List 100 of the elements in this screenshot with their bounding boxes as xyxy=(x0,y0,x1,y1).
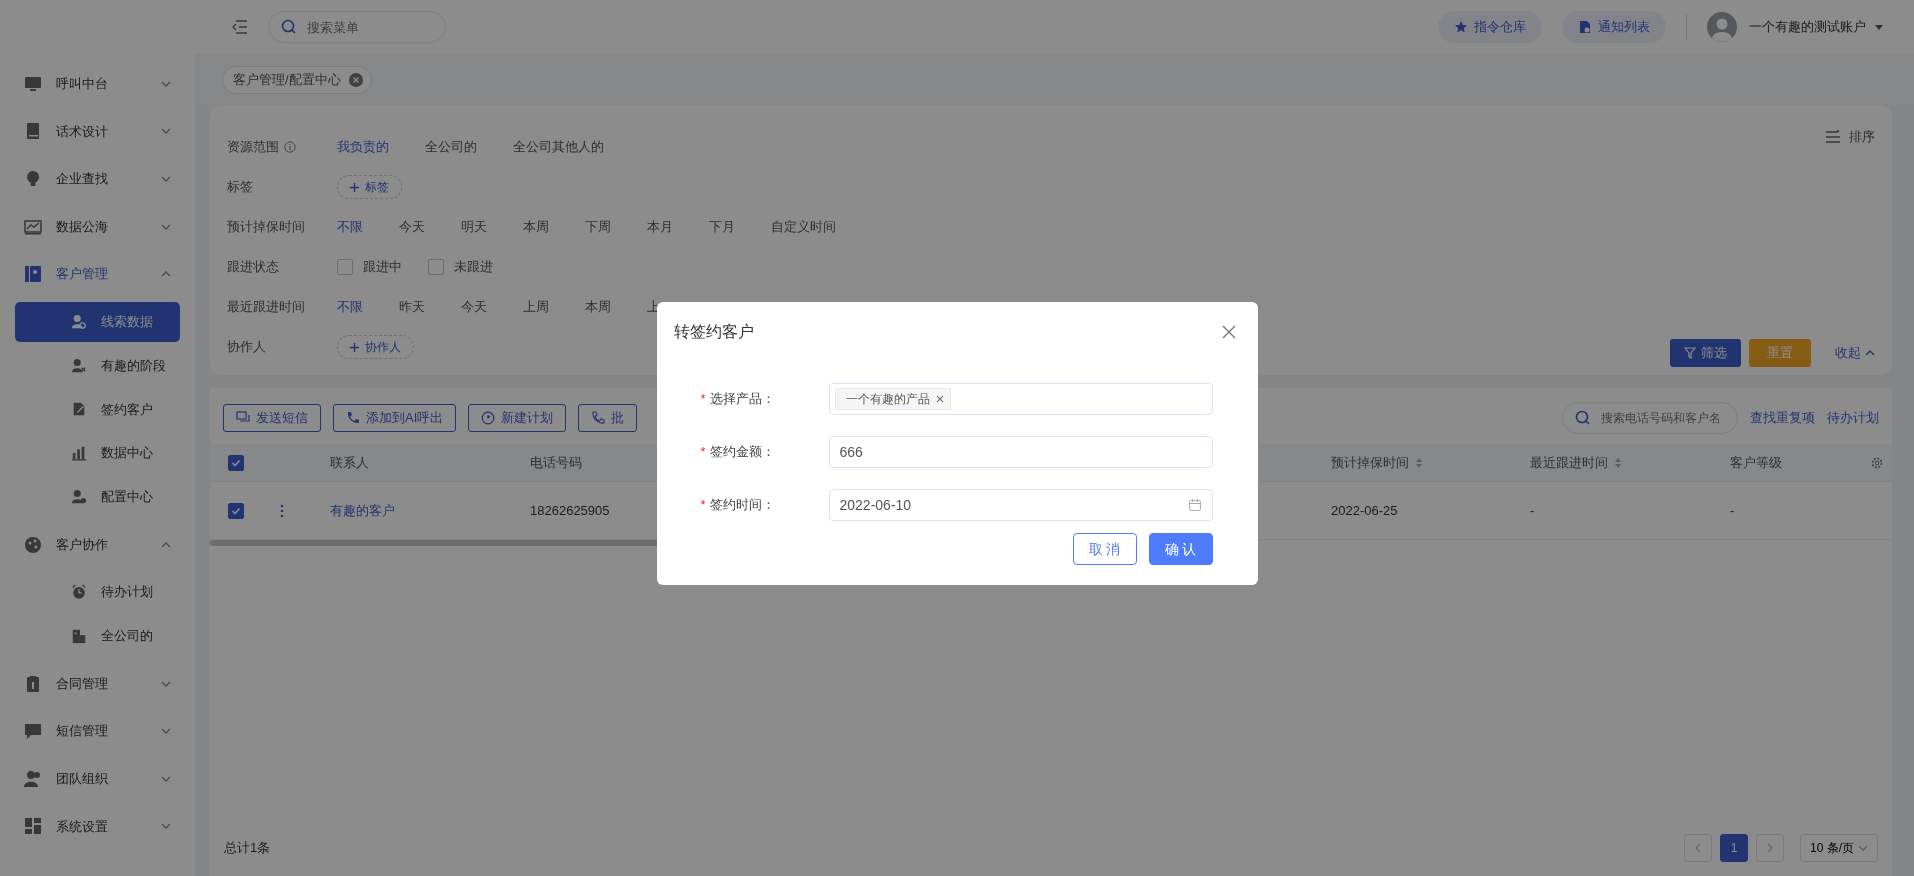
filter-option[interactable]: 下周 xyxy=(585,217,611,237)
sort-icon[interactable] xyxy=(1614,456,1622,469)
total-count: 总计1条 xyxy=(224,839,271,858)
sidebar-item[interactable]: 团队组织 xyxy=(0,754,195,803)
checkbox[interactable] xyxy=(228,502,244,519)
check-icon xyxy=(231,505,241,516)
sidebar-subitem[interactable]: 有趣的阶段 xyxy=(15,345,180,386)
sidebar-item[interactable]: 数据公海 xyxy=(0,202,195,251)
contact-card-icon xyxy=(24,265,42,284)
product-select[interactable]: 一个有趣的产品 xyxy=(828,383,1213,415)
filter-option[interactable]: 全公司其他人的 xyxy=(513,137,604,157)
building-icon xyxy=(71,627,87,644)
chat-icon xyxy=(24,722,42,741)
clock-icon xyxy=(481,411,496,425)
sidebar-subitem[interactable]: 全公司的 xyxy=(15,615,180,656)
column-header: 联系人 xyxy=(330,453,369,472)
toolbar-link[interactable]: 待办计划 xyxy=(1827,408,1879,428)
sidebar-item[interactable]: 客户管理 xyxy=(0,250,195,298)
plus-icon xyxy=(350,182,359,192)
filter-label: 标签 xyxy=(227,178,253,197)
filter-option[interactable]: 自定义时间 xyxy=(771,217,836,237)
filter-option[interactable]: 今天 xyxy=(461,297,487,317)
filter-option[interactable]: 明天 xyxy=(461,217,487,237)
search-icon xyxy=(281,19,297,35)
user-search-icon xyxy=(71,313,87,330)
close-icon[interactable] xyxy=(935,395,944,403)
sort-icon[interactable] xyxy=(1415,456,1423,469)
table-cell-text: 2022-06-25 xyxy=(1331,501,1398,520)
toolbar-button[interactable]: 通知列表 xyxy=(1562,11,1666,43)
filter-option[interactable]: 今天 xyxy=(399,217,425,237)
customer-link[interactable]: 有趣的客户 xyxy=(330,500,395,521)
action-button[interactable]: 添加到AI呼出 xyxy=(333,404,457,432)
selected-tag: 一个有趣的产品 xyxy=(834,388,951,410)
more-icon[interactable] xyxy=(280,503,284,518)
phone-icon xyxy=(591,411,606,425)
sidebar-item[interactable]: 呼叫中台 xyxy=(0,60,195,108)
filter-button[interactable]: 筛选 xyxy=(1670,339,1741,367)
table-cell-text: - xyxy=(1530,501,1535,520)
field-label: 签约金额： xyxy=(709,443,775,462)
close-icon[interactable] xyxy=(348,72,363,87)
checkbox[interactable] xyxy=(337,259,353,275)
close-icon[interactable] xyxy=(1221,325,1236,339)
funnel-icon xyxy=(1684,347,1696,359)
page-button[interactable]: 1 xyxy=(1720,834,1748,862)
action-button[interactable]: 新建计划 xyxy=(468,404,567,432)
filter-option[interactable]: 我负责的 xyxy=(337,137,389,157)
toolbar-button[interactable]: 指令仓库 xyxy=(1438,11,1542,43)
checkbox[interactable] xyxy=(428,259,444,275)
search-field[interactable]: 搜索菜单 xyxy=(268,11,446,43)
account-menu[interactable]: 一个有趣的测试账户 xyxy=(1707,12,1884,42)
menu-collapse-icon[interactable] xyxy=(232,20,248,34)
add-button[interactable]: 协作人 xyxy=(337,335,414,359)
sidebar-subitem[interactable]: 待办计划 xyxy=(15,572,180,613)
filter-option[interactable]: 本月 xyxy=(647,217,673,237)
sidebar-item[interactable]: 合同管理 xyxy=(0,659,195,708)
phone-icon xyxy=(346,411,360,425)
chat-icon xyxy=(236,411,250,425)
filter-option[interactable]: 本周 xyxy=(585,297,611,317)
collapse-link[interactable]: 收起 xyxy=(1835,343,1875,363)
filter-option[interactable]: 不限 xyxy=(337,297,363,317)
cancel-button[interactable]: 取 消 xyxy=(1072,533,1137,565)
column-header: 客户等级 xyxy=(1730,453,1782,472)
add-button[interactable]: 标签 xyxy=(337,175,402,199)
page-size-select[interactable]: 10 条/页 xyxy=(1800,834,1878,862)
sidebar-subitem[interactable]: 线索数据 xyxy=(15,301,180,342)
filter-label: 最近跟进时间 xyxy=(227,298,305,317)
input-field[interactable]: 666 xyxy=(828,436,1213,468)
action-button[interactable]: 发送短信 xyxy=(223,404,321,432)
filter-option[interactable]: 下月 xyxy=(709,217,735,237)
sidebar-item[interactable]: 客户协作 xyxy=(0,520,195,569)
filter-option[interactable]: 上周 xyxy=(523,297,549,317)
search-field[interactable]: 搜索电话号码和客户名 xyxy=(1562,402,1738,434)
calendar-icon[interactable] xyxy=(1188,499,1201,511)
confirm-button[interactable]: 确 认 xyxy=(1148,533,1213,565)
settings-icon[interactable] xyxy=(1870,455,1884,470)
sidebar-subitem[interactable]: 签约客户 xyxy=(15,389,180,430)
sidebar-item[interactable]: 短信管理 xyxy=(0,707,195,755)
checkbox[interactable] xyxy=(228,454,244,471)
sidebar-item[interactable]: 企业查找 xyxy=(0,155,195,203)
filter-option[interactable]: 昨天 xyxy=(399,297,425,317)
filter-option[interactable]: 本周 xyxy=(523,217,549,237)
lightbulb-icon xyxy=(24,170,42,188)
sidebar-item[interactable]: 系统设置 xyxy=(0,802,195,851)
dialog-title: 转签约客户 xyxy=(673,322,754,342)
sidebar-subitem[interactable]: 配置中心 xyxy=(15,476,180,517)
sidebar-subitem[interactable]: 数据中心 xyxy=(15,433,180,474)
filter-option[interactable]: 全公司的 xyxy=(425,137,477,157)
date-field[interactable]: 2022-06-10 xyxy=(828,489,1213,521)
filter-label: 预计掉保时间 xyxy=(227,218,305,237)
required-mark: * xyxy=(700,443,706,462)
action-button[interactable]: 批 xyxy=(578,404,638,432)
filter-option[interactable]: 不限 xyxy=(337,217,363,237)
chart-icon xyxy=(24,217,42,236)
toolbar-link[interactable]: 查找重复项 xyxy=(1750,408,1815,428)
star-icon xyxy=(1454,20,1468,34)
sort-button[interactable]: 排序 xyxy=(1825,127,1875,147)
document-icon xyxy=(1578,20,1592,34)
page-tab[interactable]: 客户管理/配置中心 xyxy=(222,65,372,94)
sidebar-item[interactable]: 话术设计 xyxy=(0,107,195,156)
table-cell-text: - xyxy=(1730,501,1735,520)
